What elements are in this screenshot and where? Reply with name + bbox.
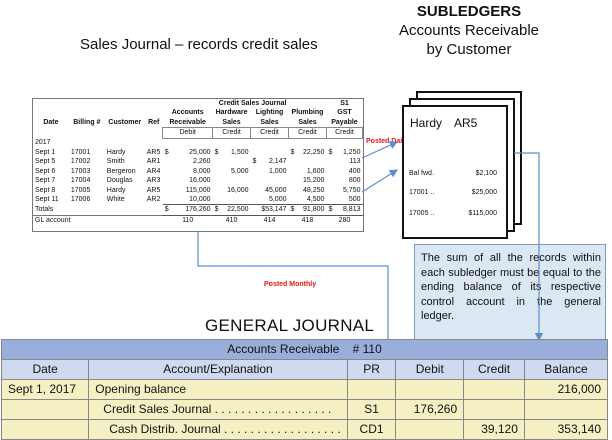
gj-cell-credit [463,379,525,400]
gj-cell-credit: 39,120 [463,419,525,440]
gj-cell-debit [395,379,465,400]
gj-account-bar: Accounts Receivable # 110 [1,339,608,360]
gj-h-balance: Balance [523,359,609,380]
arrow-daily-lower [361,169,399,193]
gj-cell-date [0,419,90,440]
gj-cell-account: Opening balance [88,379,348,400]
gj-cell-account: Cash Distrib. Journal . . . . . . . . . … [88,419,348,440]
gj-h-date: Date [0,359,90,380]
gj-cell-date: Sept 1, 2017 [0,379,90,400]
gj-cell-debit: 176,260 [395,399,465,420]
arrow-subledger-to-gj [514,152,544,342]
gj-cell-debit [395,419,465,440]
gj-cell-pr: S1 [346,399,397,420]
gj-h-credit: Credit [463,359,525,380]
gj-cell-date [0,399,90,420]
gj-cell-balance: 353,140 [523,419,609,440]
gj-row: Credit Sales Journal . . . . . . . . . .… [0,399,609,420]
gj-cell-balance [523,399,609,420]
gj-h-pr: PR [346,359,397,380]
gj-cell-balance: 216,000 [523,379,609,400]
gj-row: Sept 1, 2017 Opening balance 216,000 [0,379,609,400]
gj-cell-pr: CD1 [346,419,397,440]
gj-cell-account: Credit Sales Journal . . . . . . . . . .… [88,399,348,420]
gj-h-debit: Debit [395,359,465,380]
gj-h-account: Account/Explanation [88,359,348,380]
gj-row: Cash Distrib. Journal . . . . . . . . . … [0,419,609,440]
gj-cell-credit [463,399,525,420]
general-journal-title: GENERAL JOURNAL [205,316,375,335]
arrow-daily-upper [361,141,399,159]
gj-cell-pr [346,379,397,400]
